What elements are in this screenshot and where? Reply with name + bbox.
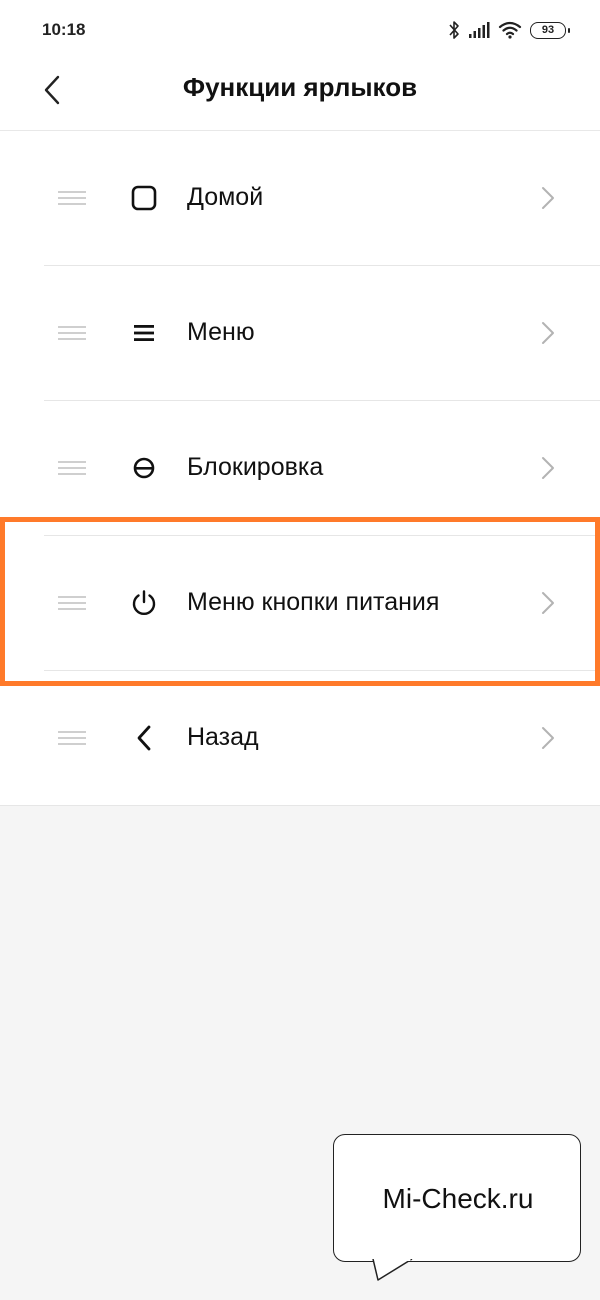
chevron-right-icon	[542, 187, 554, 209]
back-icon	[128, 722, 160, 754]
battery-level: 93	[541, 24, 555, 36]
watermark-bubble: Mi-Check.ru	[333, 1134, 581, 1262]
watermark-text: Mi-Check.ru	[382, 1183, 534, 1214]
chevron-right-icon	[542, 457, 554, 479]
chevron-right-icon	[542, 727, 554, 749]
lock-icon	[128, 452, 160, 484]
list-item-menu[interactable]: Меню	[0, 266, 600, 401]
drag-handle-icon[interactable]	[58, 189, 86, 207]
status-icons: 93	[448, 18, 570, 42]
page-title: Функции ярлыков	[182, 72, 418, 102]
wifi-icon	[498, 21, 522, 39]
list-item-power-menu[interactable]: Меню кнопки питания	[0, 536, 600, 671]
power-icon	[128, 587, 160, 619]
list-item-label: Назад	[187, 723, 259, 751]
drag-handle-icon[interactable]	[58, 324, 86, 342]
speech-bubble-tail	[372, 1259, 413, 1281]
list-item-home[interactable]: Домой	[0, 131, 600, 266]
list-item-label: Блокировка	[187, 453, 324, 481]
list-item-label: Меню кнопки питания	[187, 588, 440, 616]
signal-icon	[469, 22, 490, 38]
status-bar: 10:18 93	[0, 0, 600, 60]
drag-handle-icon[interactable]	[58, 594, 86, 612]
divider	[0, 805, 600, 806]
chevron-right-icon	[542, 322, 554, 344]
header: 10:18 93 Функции ярлыков	[0, 0, 600, 131]
list-item-lock[interactable]: Блокировка	[0, 401, 600, 536]
drag-handle-icon[interactable]	[58, 459, 86, 477]
list-item-back[interactable]: Назад	[0, 671, 600, 806]
bluetooth-icon	[449, 21, 459, 39]
status-time: 10:18	[42, 20, 86, 39]
list-item-label: Домой	[187, 183, 264, 211]
list-item-label: Меню	[187, 318, 255, 346]
drag-handle-icon[interactable]	[58, 729, 86, 747]
shortcut-functions-list: Домой Меню Блокировка Меню кнопки питани…	[0, 131, 600, 806]
battery-icon: 93	[530, 21, 570, 39]
home-square-icon	[128, 182, 160, 214]
chevron-right-icon	[542, 592, 554, 614]
menu-icon	[128, 317, 160, 349]
